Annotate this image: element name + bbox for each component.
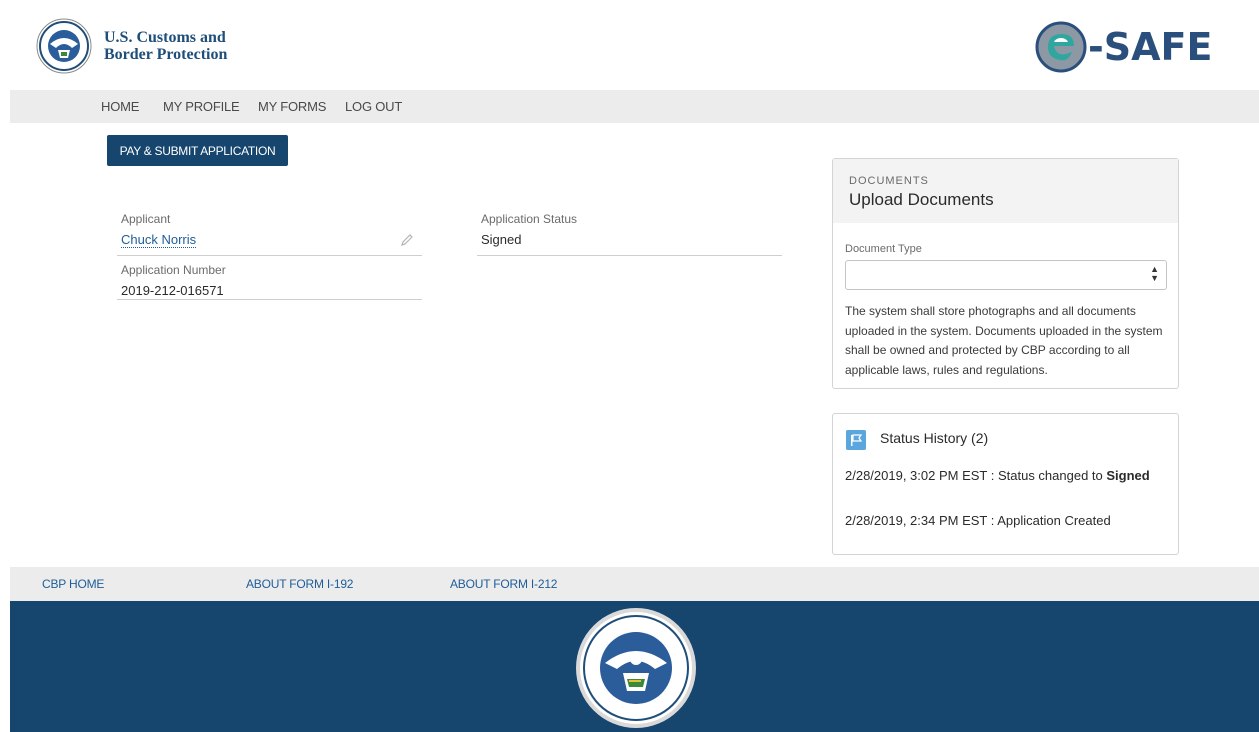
nav-item-home[interactable]: HOME — [101, 99, 139, 114]
application-status-value: Signed — [481, 232, 522, 247]
nav-item-my-forms[interactable]: MY FORMS — [258, 99, 326, 114]
application-number-label: Application Number — [121, 263, 226, 277]
main-nav: HOME MY PROFILE MY FORMS LOG OUT — [10, 90, 1259, 123]
document-type-label: Document Type — [845, 243, 922, 255]
document-type-select[interactable]: ▲ ▼ — [845, 260, 1167, 290]
status-entry-bold: Signed — [1106, 468, 1150, 483]
esafe-logo[interactable]: -SAFE — [1034, 20, 1212, 74]
footer-link-cbp-home[interactable]: CBP HOME — [42, 577, 104, 591]
status-history-card: Status History (2) 2/28/2019, 3:02 PM ES… — [832, 413, 1179, 555]
edit-pencil-icon[interactable] — [401, 234, 413, 246]
nav-item-my-profile[interactable]: MY PROFILE — [163, 99, 240, 114]
number-divider — [117, 299, 422, 300]
status-divider — [477, 255, 782, 256]
agency-name: U.S. Customs and Border Protection — [104, 29, 227, 63]
status-entry-text: 2/28/2019, 2:34 PM EST : Application Cre… — [845, 513, 1111, 528]
status-entry-text: 2/28/2019, 3:02 PM EST : Status changed … — [845, 468, 1107, 483]
site-header: U.S. Customs and Border Protection -SAFE — [0, 0, 1259, 90]
brand-name: -SAFE — [1088, 25, 1213, 69]
select-arrows-icon: ▲ ▼ — [1150, 264, 1159, 283]
applicant-link[interactable]: Chuck Norris — [121, 232, 197, 248]
agency-name-line2: Border Protection — [104, 46, 228, 63]
flag-icon — [846, 430, 866, 450]
applicant-divider — [117, 255, 422, 256]
applicant-value-wrap: Chuck Norris — [121, 232, 197, 248]
documents-note: The system shall store photographs and a… — [845, 304, 1163, 377]
cbp-logo[interactable]: U.S. Customs and Border Protection — [36, 18, 227, 74]
status-history-entry: 2/28/2019, 2:34 PM EST : Application Cre… — [845, 513, 1111, 528]
esafe-e-icon — [1035, 21, 1087, 73]
status-history-title: Status History (2) — [880, 430, 989, 446]
applicant-label: Applicant — [121, 212, 171, 226]
documents-card-header: DOCUMENTS Upload Documents — [833, 159, 1178, 223]
application-status-field: Application Status Signed — [481, 212, 577, 247]
application-number-field: Application Number 2019-212-016571 — [121, 263, 226, 298]
dhs-seal-icon — [36, 18, 92, 74]
footer-link-about-i192[interactable]: ABOUT FORM I-192 — [246, 577, 353, 591]
site-footer — [10, 601, 1259, 732]
pay-submit-button[interactable]: PAY & SUBMIT APPLICATION — [107, 135, 288, 166]
nav-item-log-out[interactable]: LOG OUT — [345, 99, 402, 114]
documents-card: DOCUMENTS Upload Documents Document Type… — [832, 158, 1179, 389]
footer-links: CBP HOME ABOUT FORM I-192 ABOUT FORM I-2… — [10, 567, 1259, 601]
dhs-seal-icon — [576, 608, 696, 728]
application-number-value: 2019-212-016571 — [121, 283, 224, 298]
status-history-entry: 2/28/2019, 3:02 PM EST : Status changed … — [845, 468, 1150, 483]
application-status-label: Application Status — [481, 212, 578, 226]
agency-name-line1: U.S. Customs and — [104, 29, 226, 46]
documents-kicker: DOCUMENTS — [849, 175, 929, 187]
applicant-field: Applicant Chuck Norris — [121, 212, 197, 248]
documents-title: Upload Documents — [849, 190, 994, 209]
footer-link-about-i212[interactable]: ABOUT FORM I-212 — [450, 577, 557, 591]
